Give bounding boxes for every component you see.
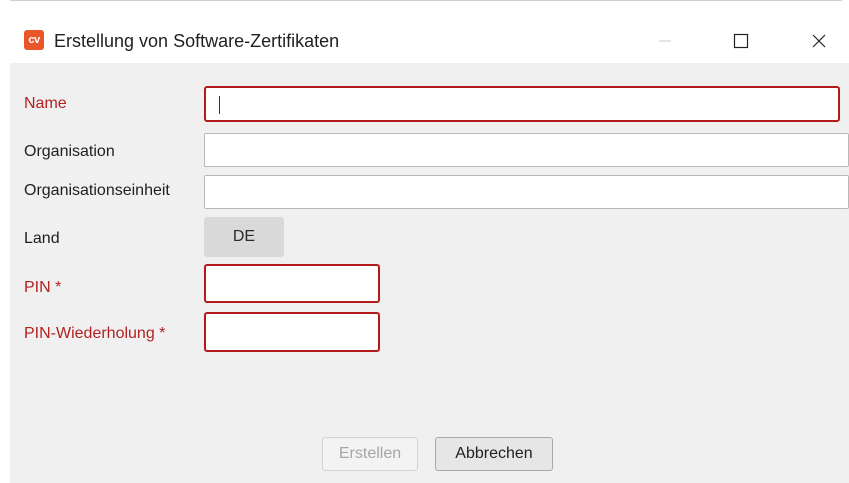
organisation-unit-field[interactable] [204,175,849,209]
organisation-field[interactable] [204,133,849,167]
pin-input[interactable] [206,266,378,301]
pin-repeat-label: PIN-Wiederholung * [24,325,166,342]
pin-label: PIN * [24,279,62,296]
country-label: Land [24,230,60,247]
maximize-button[interactable] [718,23,764,59]
maximize-icon [733,33,749,49]
pin-field[interactable] [204,264,380,303]
window-title: Erstellung von Software-Zertifikaten [54,31,340,51]
organisation-input[interactable] [205,134,848,166]
close-icon [812,34,826,48]
pin-repeat-field[interactable] [204,312,380,352]
organisation-unit-label: Organisationseinheit [24,182,170,199]
title-bar: cv Erstellung von Software-Zertifikaten [10,1,849,63]
organisation-label: Organisation [24,143,115,160]
name-label: Name [24,95,67,112]
organisation-unit-input[interactable] [205,176,848,208]
name-input[interactable] [206,88,838,120]
close-button[interactable] [796,23,842,59]
cancel-button[interactable]: Abbrechen [435,437,553,471]
pin-repeat-input[interactable] [206,314,378,350]
app-logo-icon: cv [24,30,44,50]
country-value: DE [204,217,284,257]
name-field[interactable] [204,86,840,122]
minimize-button[interactable] [642,23,688,59]
text-caret [219,96,220,114]
create-button[interactable]: Erstellen [322,437,418,471]
minimize-icon [659,40,671,42]
dialog-window: cv Erstellung von Software-Zertifikaten … [10,1,849,483]
